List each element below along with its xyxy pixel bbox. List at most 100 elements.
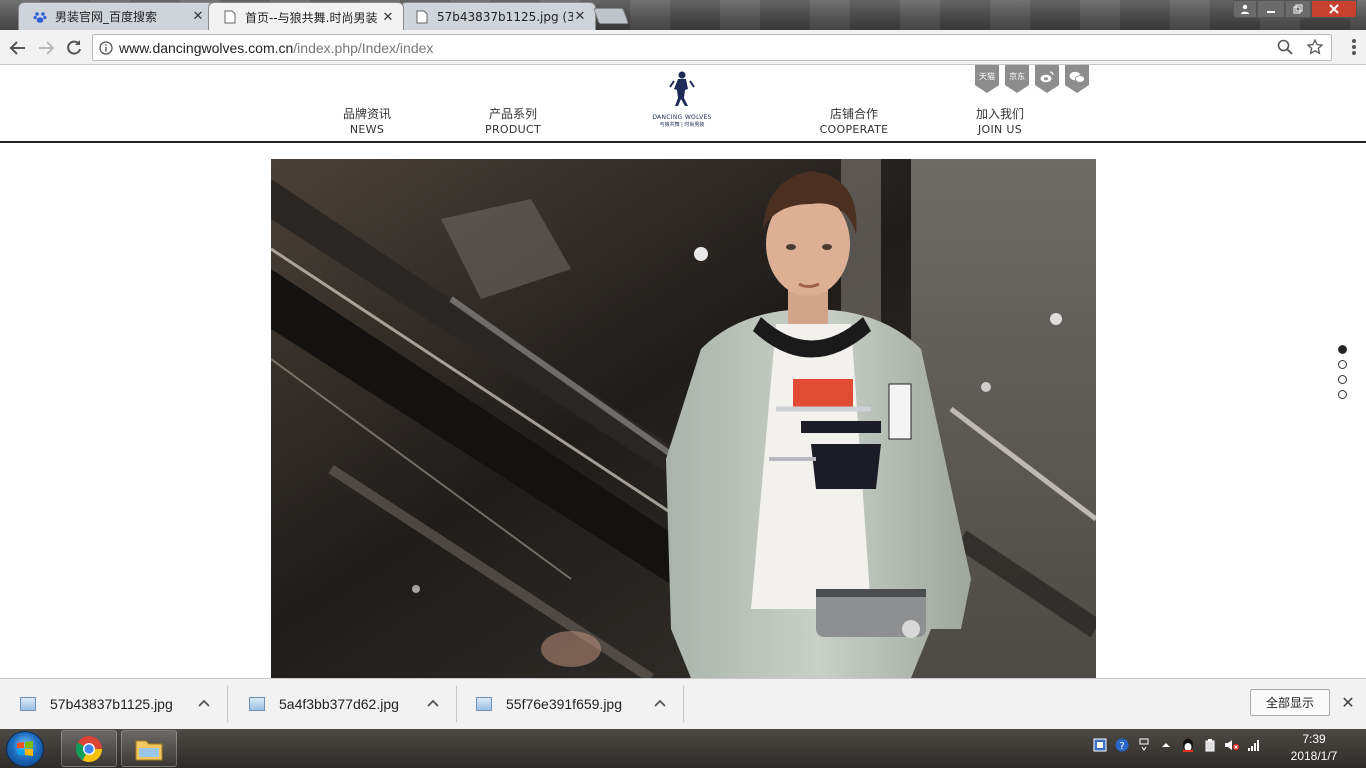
jd-label: 京东 bbox=[1009, 72, 1025, 81]
close-tab-icon[interactable]: ✕ bbox=[191, 9, 205, 24]
tab-homepage[interactable]: 首页--与狼共舞.时尚男装 ✕ bbox=[208, 2, 404, 30]
nav-label-cn: 加入我们 bbox=[975, 107, 1024, 121]
fashion-model-photo bbox=[271, 159, 1096, 678]
page-icon bbox=[223, 10, 237, 24]
jd-icon[interactable]: 京东 bbox=[1005, 65, 1029, 93]
baidu-paw-icon bbox=[33, 10, 47, 24]
clock-time: 7:39 bbox=[1302, 732, 1326, 746]
nav-join-us[interactable]: 加入我们 JOIN US bbox=[966, 106, 1034, 138]
site-header: 品牌资讯 NEWS 产品系列 PRODUCT DANCING WOLVES 与狼… bbox=[0, 65, 1366, 143]
new-tab-button[interactable] bbox=[593, 8, 629, 24]
download-item[interactable]: 5a4f3bb377d62.jpg bbox=[229, 686, 457, 722]
pager-dot-2[interactable] bbox=[1338, 360, 1347, 369]
taskbar-explorer[interactable] bbox=[121, 730, 177, 767]
volume-muted-icon[interactable] bbox=[1224, 737, 1240, 753]
download-item[interactable]: 57b43837b1125.jpg bbox=[0, 686, 228, 722]
nav-cooperate[interactable]: 店铺合作 COOPERATE bbox=[818, 106, 890, 138]
close-tab-icon[interactable]: ✕ bbox=[381, 10, 395, 25]
download-filename: 55f76e391f659.jpg bbox=[506, 696, 622, 712]
forward-arrow-icon bbox=[39, 41, 55, 55]
chevron-up-icon[interactable] bbox=[426, 696, 440, 710]
chevron-up-icon[interactable] bbox=[197, 696, 211, 710]
image-file-icon bbox=[249, 697, 265, 711]
page-icon bbox=[415, 10, 429, 24]
chrome-icon bbox=[75, 735, 103, 762]
power-icon[interactable] bbox=[1202, 737, 1218, 753]
nav-label-en: PRODUCT bbox=[485, 123, 541, 136]
nav-label-en: JOIN US bbox=[977, 123, 1022, 136]
folder-icon bbox=[135, 740, 163, 760]
nav-label-cn: 店铺合作 bbox=[829, 107, 878, 121]
window-controls bbox=[1233, 0, 1357, 18]
zoom-search-icon[interactable] bbox=[1277, 39, 1293, 55]
forward-button[interactable] bbox=[36, 38, 56, 58]
system-clock[interactable]: 7:39 2018/1/7 bbox=[1282, 731, 1346, 765]
pager-dot-3[interactable] bbox=[1338, 375, 1347, 384]
chrome-menu-button[interactable] bbox=[1352, 39, 1356, 55]
bookmark-star-icon[interactable] bbox=[1307, 39, 1323, 55]
tmall-label: 天猫 bbox=[979, 72, 995, 81]
minimize-button[interactable] bbox=[1257, 0, 1285, 18]
download-item[interactable]: 55f76e391f659.jpg bbox=[456, 686, 684, 722]
omnibox-actions bbox=[1277, 39, 1323, 55]
pager-dot-1[interactable] bbox=[1338, 345, 1347, 354]
system-tray: ? bbox=[1092, 737, 1262, 753]
help-icon[interactable]: ? bbox=[1114, 737, 1130, 753]
show-hidden-icons-icon[interactable] bbox=[1158, 737, 1174, 753]
dancing-wolf-logo-icon bbox=[669, 71, 695, 106]
network-signal-icon[interactable] bbox=[1246, 737, 1262, 753]
back-arrow-icon bbox=[9, 41, 25, 55]
windows-logo-icon bbox=[17, 741, 33, 756]
tab-title: 首页--与狼共舞.时尚男装 bbox=[245, 10, 378, 25]
tmall-icon[interactable]: 天猫 bbox=[975, 65, 999, 93]
chevron-up-icon[interactable] bbox=[653, 696, 667, 710]
download-filename: 57b43837b1125.jpg bbox=[50, 696, 173, 712]
logo-text: DANCING WOLVES bbox=[652, 114, 712, 121]
tab-title: 男装官网_百度搜索 bbox=[55, 10, 158, 24]
close-tab-icon[interactable]: ✕ bbox=[573, 9, 587, 24]
hero-banner-image[interactable] bbox=[271, 159, 1096, 678]
address-bar[interactable]: www.dancingwolves.com.cn/index.php/Index… bbox=[92, 34, 1332, 61]
nav-label-en: NEWS bbox=[349, 123, 385, 136]
reload-button[interactable] bbox=[64, 38, 84, 58]
weibo-icon[interactable] bbox=[1035, 65, 1059, 93]
taskbar-chrome[interactable] bbox=[61, 730, 117, 767]
back-button[interactable] bbox=[8, 38, 28, 58]
tab-title: 57b43837b1125.jpg (3 bbox=[437, 9, 573, 24]
windows-taskbar: ? 7:39 2018/1/7 bbox=[0, 729, 1366, 768]
reload-icon bbox=[67, 40, 81, 55]
close-window-button[interactable] bbox=[1311, 0, 1357, 18]
tab-image[interactable]: 57b43837b1125.jpg (3 ✕ bbox=[400, 2, 596, 30]
brand-logo[interactable]: DANCING WOLVES 与狼共舞 | 时尚男装 bbox=[647, 70, 717, 130]
logo-subtext: 与狼共舞 | 时尚男装 bbox=[659, 122, 705, 128]
close-downloads-icon[interactable]: ✕ bbox=[1340, 695, 1356, 711]
nav-product[interactable]: 产品系列 PRODUCT bbox=[478, 106, 548, 138]
site-info-icon[interactable] bbox=[99, 40, 113, 55]
nav-news[interactable]: 品牌资讯 NEWS bbox=[334, 106, 400, 138]
download-filename: 5a4f3bb377d62.jpg bbox=[279, 696, 399, 712]
restore-button[interactable] bbox=[1285, 0, 1311, 18]
image-file-icon bbox=[20, 697, 36, 711]
browser-toolbar: www.dancingwolves.com.cn/index.php/Index… bbox=[0, 30, 1366, 65]
downloads-bar: 57b43837b1125.jpg 5a4f3bb377d62.jpg 55f7… bbox=[0, 678, 1366, 729]
carousel-pager bbox=[1338, 345, 1347, 405]
nav-label-en: COOPERATE bbox=[819, 123, 889, 136]
user-icon[interactable] bbox=[1233, 0, 1257, 18]
wechat-icon[interactable] bbox=[1065, 65, 1089, 93]
keyboard-icon[interactable] bbox=[1136, 737, 1152, 753]
tab-baidu-search[interactable]: 男装官网_百度搜索 ✕ bbox=[18, 2, 214, 30]
show-all-downloads-button[interactable]: 全部显示 bbox=[1250, 689, 1330, 716]
start-button[interactable] bbox=[6, 731, 44, 767]
browser-tab-strip: 男装官网_百度搜索 ✕ 首页--与狼共舞.时尚男装 ✕ 57b43837b112… bbox=[0, 0, 1366, 30]
image-file-icon bbox=[476, 697, 492, 711]
url-host: www.dancingwolves.com.cn bbox=[119, 39, 294, 56]
tray-app-icon[interactable] bbox=[1092, 737, 1108, 753]
url-text: www.dancingwolves.com.cn/index.php/Index… bbox=[119, 40, 433, 56]
nav-label-cn: 产品系列 bbox=[488, 107, 537, 121]
svg-text:?: ? bbox=[1119, 741, 1124, 752]
clock-date: 2018/1/7 bbox=[1290, 749, 1338, 763]
qq-penguin-icon[interactable] bbox=[1180, 737, 1196, 753]
url-path: /index.php/Index/index bbox=[293, 39, 434, 56]
nav-label-cn: 品牌资讯 bbox=[342, 107, 391, 121]
pager-dot-4[interactable] bbox=[1338, 390, 1347, 399]
